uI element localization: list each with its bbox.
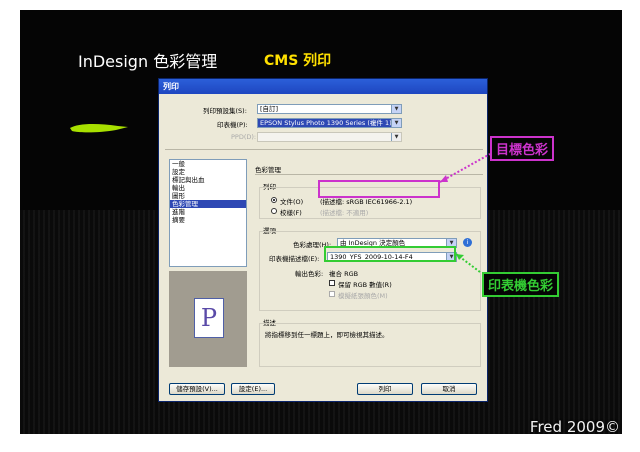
target-color-callout: 目標色彩 [490, 136, 555, 161]
printer-select[interactable]: EPSON Stylus Photo 1390 Series (複件 1) ▼ [257, 118, 402, 128]
print-button[interactable]: 列印 [357, 383, 413, 395]
chevron-down-icon[interactable]: ▼ [391, 133, 401, 141]
section-title: 色彩管理 [255, 166, 281, 174]
proof-profile: (描述檔: 不適用) [320, 209, 369, 217]
proof-radio[interactable] [271, 208, 277, 214]
preview-page-icon: P [194, 298, 224, 338]
preserve-rgb-label: 保留 RGB 數值(R) [338, 281, 392, 289]
chevron-down-icon[interactable]: ▼ [391, 105, 401, 113]
output-color-label: 輸出色彩: [295, 270, 324, 278]
dialog-title-bar: 列印 [159, 79, 487, 94]
sidebar-item-graphics[interactable]: 圖形 [170, 192, 246, 200]
printer-label: 印表機(P): [217, 121, 248, 129]
sidebar-item-setup[interactable]: 設定 [170, 168, 246, 176]
printer-color-callout: 印表機色彩 [482, 272, 560, 297]
sidebar-item-advanced[interactable]: 進階 [170, 208, 246, 216]
document-label: 文件(O) [280, 198, 304, 206]
printer-profile-highlight [324, 246, 456, 262]
slide-subtitle: CMS 列印 [264, 53, 332, 69]
preserve-rgb-checkbox[interactable] [329, 280, 335, 286]
brush-stroke-icon [70, 123, 128, 133]
printer-value: EPSON Stylus Photo 1390 Series (複件 1) [260, 119, 392, 127]
page-preview: P [169, 271, 247, 367]
save-preset-button[interactable]: 儲存預設(V)... [169, 383, 225, 395]
sidebar-item-output[interactable]: 輸出 [170, 184, 246, 192]
sidebar-item-general[interactable]: 一般 [170, 160, 246, 168]
ppd-label: PPD(D): [231, 133, 257, 141]
divider [165, 149, 483, 150]
preset-select[interactable]: [自訂] ▼ [257, 104, 402, 114]
info-icon[interactable]: i [463, 238, 472, 247]
chevron-down-icon[interactable]: ▼ [391, 119, 401, 127]
divider [255, 174, 483, 175]
preset-label: 列印預設集(S): [203, 107, 247, 115]
output-color-value: 複合 RGB [329, 270, 359, 278]
printer-profile-label: 印表機描述檔(E): [269, 255, 320, 263]
category-list: 一般 設定 標記與出血 輸出 圖形 色彩管理 進階 摘要 [169, 159, 247, 267]
print-dialog: 列印 列印預設集(S): [自訂] ▼ 印表機(P): EPSON Stylus… [158, 78, 488, 402]
setup-button[interactable]: 設定(E)... [231, 383, 275, 395]
sidebar-item-color-management[interactable]: 色彩管理 [170, 200, 246, 208]
description-text: 將指標移到任一標題上，即可檢視其描述。 [265, 331, 389, 339]
simulate-paper-label: 模擬紙張顏色(M) [338, 292, 388, 300]
footer-credit: Fred 2009© [529, 418, 620, 434]
slide: InDesign 色彩管理 CMS 列印 列印 列印預設集(S): [自訂] ▼… [20, 10, 622, 434]
slide-title: InDesign 色彩管理 [78, 52, 218, 71]
proof-label: 校樣(F) [280, 209, 302, 217]
sidebar-item-marks-bleed[interactable]: 標記與出血 [170, 176, 246, 184]
preset-value: [自訂] [260, 105, 279, 113]
document-profile-highlight [318, 180, 440, 198]
ppd-select[interactable]: ▼ [257, 132, 402, 142]
cancel-button[interactable]: 取消 [421, 383, 477, 395]
sidebar-item-summary[interactable]: 摘要 [170, 216, 246, 224]
document-radio[interactable] [271, 197, 277, 203]
simulate-paper-checkbox[interactable] [329, 291, 335, 297]
